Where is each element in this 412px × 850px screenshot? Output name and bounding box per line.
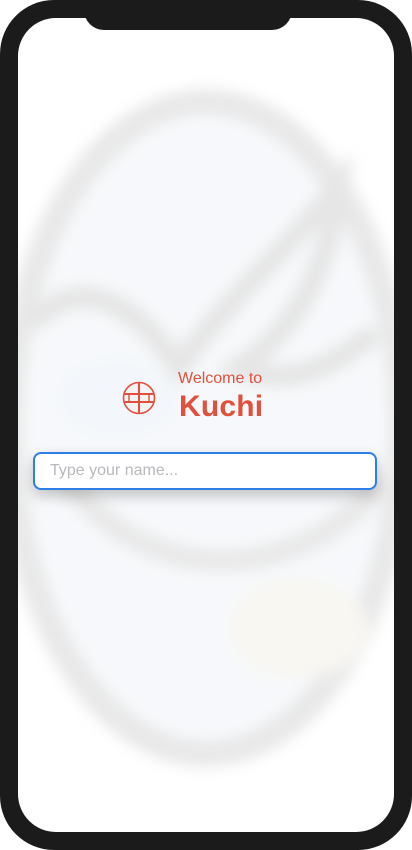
welcome-label: Welcome to [178,370,263,387]
welcome-header: Welcome to Kuchi [122,368,282,428]
device-frame: Welcome to Kuchi [0,0,412,850]
kuchi-logo-icon [122,381,156,415]
app-title: Kuchi [179,390,264,423]
device-notch [84,0,292,30]
background-logo-art [18,89,394,767]
name-input[interactable] [33,452,377,490]
app-screen: Welcome to Kuchi [18,18,394,832]
